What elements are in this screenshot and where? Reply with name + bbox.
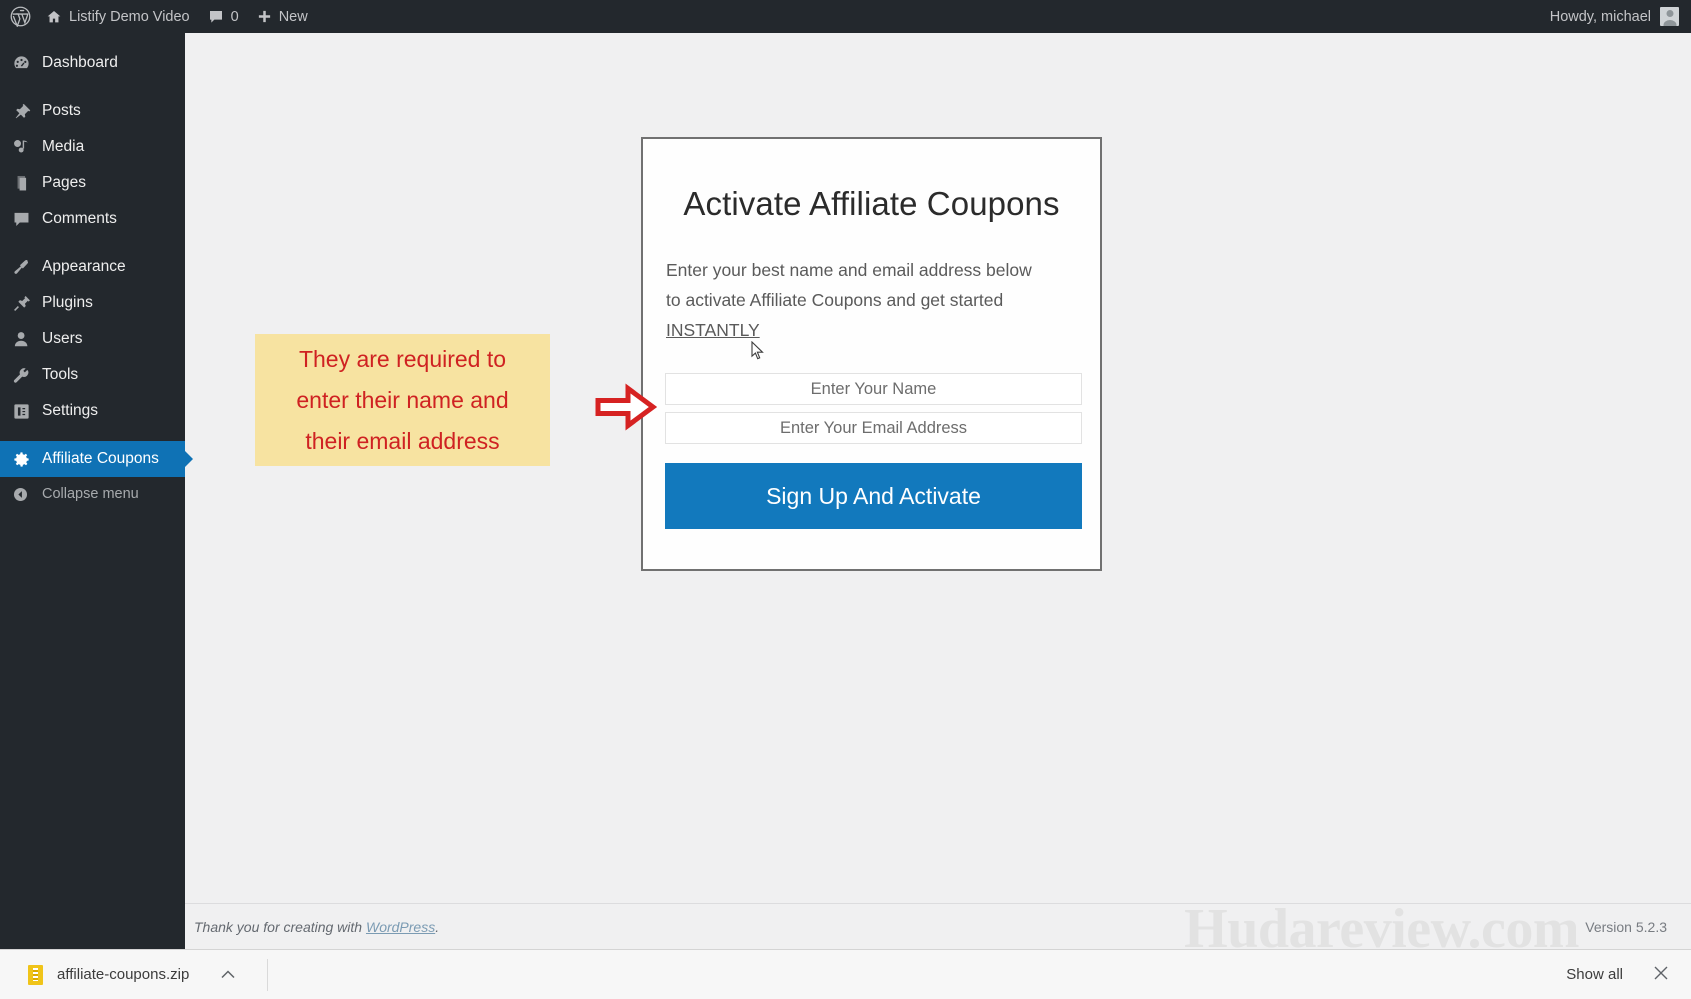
home-icon [46,9,62,25]
download-bar-actions: Show all [1566,965,1691,985]
collapse-menu-label: Collapse menu [42,486,139,502]
sidebar-divider-3 [0,429,185,441]
close-icon[interactable] [1653,965,1669,985]
collapse-arrow-icon [12,486,42,503]
sidebar-item-label: Affiliate Coupons [42,450,159,467]
pages-icon [12,174,42,193]
description-line-2: to activate Affiliate Coupons and get st… [666,290,1004,310]
sidebar-item-label: Users [42,330,83,347]
sidebar-item-pages[interactable]: Pages [0,165,185,201]
footer-thanks-prefix: Thank you for creating with [194,918,366,935]
email-input[interactable] [665,412,1082,444]
sidebar-item-dashboard[interactable]: Dashboard [0,45,185,81]
comment-bubble-icon [208,9,224,25]
pin-icon [12,102,42,121]
gear-icon [12,450,42,469]
sidebar-item-comments[interactable]: Comments [0,201,185,237]
annotation-callout: They are required to enter their name an… [255,334,550,466]
sidebar-item-media[interactable]: Media [0,129,185,165]
sidebar-item-plugins[interactable]: Plugins [0,285,185,321]
site-name-label: Listify Demo Video [69,8,190,25]
sidebar-item-label: Appearance [42,258,126,275]
signup-form: Sign Up And Activate [665,373,1082,529]
chevron-up-icon[interactable] [221,967,235,982]
new-content-label: New [278,8,308,25]
sidebar-item-affiliate-coupons[interactable]: Affiliate Coupons [0,441,185,477]
sidebar-item-appearance[interactable]: Appearance [0,249,185,285]
sidebar-item-label: Comments [42,210,117,227]
annotation-line-2: enter their name and [296,386,509,413]
sidebar-divider-2 [0,237,185,249]
wordpress-link[interactable]: WordPress [366,919,435,935]
settings-sliders-icon [12,402,42,421]
show-all-button[interactable]: Show all [1566,966,1623,983]
sidebar-item-label: Tools [42,366,79,383]
sidebar-item-users[interactable]: Users [0,321,185,357]
activation-card: Activate Affiliate Coupons Enter your be… [641,137,1102,571]
media-icon [12,138,42,157]
wp-version-label: Version 5.2.3 [1585,918,1667,935]
sign-up-and-activate-button[interactable]: Sign Up And Activate [665,463,1082,529]
paintbrush-icon [12,258,42,277]
annotation-line-3: their email address [305,427,500,454]
comments-count: 0 [230,8,239,25]
sidebar-item-label: Settings [42,402,99,419]
download-item[interactable]: affiliate-coupons.zip [0,950,251,999]
sidebar-item-posts[interactable]: Posts [0,93,185,129]
wordpress-logo-button[interactable] [0,0,37,33]
new-content-button[interactable]: New [248,0,317,33]
collapse-menu-button[interactable]: Collapse menu [0,477,185,511]
sidebar-item-tools[interactable]: Tools [0,357,185,393]
download-file-name: affiliate-coupons.zip [57,966,190,983]
account-menu[interactable]: Howdy, michael [1550,7,1691,26]
wordpress-logo-icon [10,6,31,27]
annotation-line-1: They are required to [298,345,507,372]
footer-thanks: Thank you for creating with WordPress. [194,919,439,935]
comments-button[interactable]: 0 [199,0,248,33]
description-line-3: INSTANTLY [666,320,760,340]
sidebar-item-label: Media [42,138,85,155]
admin-sidebar: Dashboard Posts Media Pages Comments App… [0,33,185,949]
right-arrow-icon [595,382,658,437]
plug-icon [12,294,42,313]
wp-admin-bar: Listify Demo Video 0 New Howdy, michael [0,0,1691,33]
mouse-cursor-icon [751,340,765,361]
description-line-1: Enter your best name and email address b… [666,260,1032,280]
activation-card-body: Activate Affiliate Coupons Enter your be… [643,139,1100,529]
wrench-icon [12,366,42,385]
comment-bubble-icon [12,210,42,229]
page-title: Activate Affiliate Coupons [683,185,1060,222]
sidebar-item-label: Pages [42,174,86,191]
sidebar-item-label: Dashboard [42,54,118,71]
zip-file-icon [28,964,43,985]
user-icon [12,330,42,349]
site-name-button[interactable]: Listify Demo Video [37,0,199,33]
sidebar-item-settings[interactable]: Settings [0,393,185,429]
activation-description: Enter your best name and email address b… [665,255,1078,345]
sidebar-item-label: Plugins [42,294,93,311]
footer-thanks-suffix: . [435,918,440,935]
browser-download-bar: affiliate-coupons.zip Show all [0,949,1691,999]
plus-icon [257,9,272,24]
sidebar-top-gap [0,33,185,45]
sidebar-divider-1 [0,81,185,93]
download-separator [267,958,269,991]
sidebar-item-label: Posts [42,102,81,119]
avatar [1660,7,1679,26]
dashboard-icon [12,54,42,73]
greeting-label: Howdy, michael [1549,8,1651,25]
screen: Listify Demo Video 0 New Howdy, michael [0,0,1691,999]
name-input[interactable] [665,373,1082,405]
